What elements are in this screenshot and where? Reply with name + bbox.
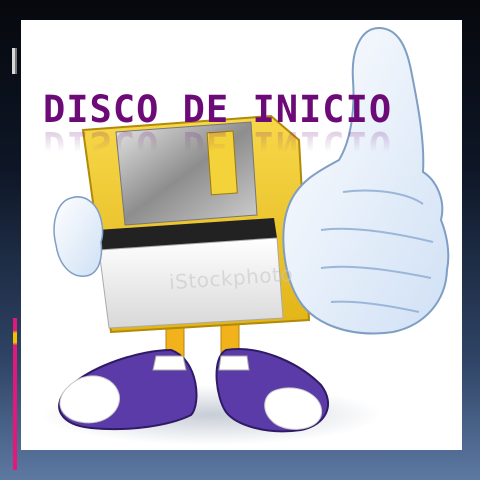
slide-content-area: iStockphoto DISCO DE INICIO DISCO DE INI… bbox=[21, 20, 462, 450]
left-edge-marker bbox=[12, 48, 17, 74]
slide-title-reflection: DISCO DE INICIO bbox=[43, 123, 393, 166]
title-group: DISCO DE INICIO DISCO DE INICIO bbox=[43, 90, 403, 167]
left-accent-bar bbox=[13, 318, 17, 470]
floppy-disk-mascot-icon bbox=[41, 26, 450, 445]
